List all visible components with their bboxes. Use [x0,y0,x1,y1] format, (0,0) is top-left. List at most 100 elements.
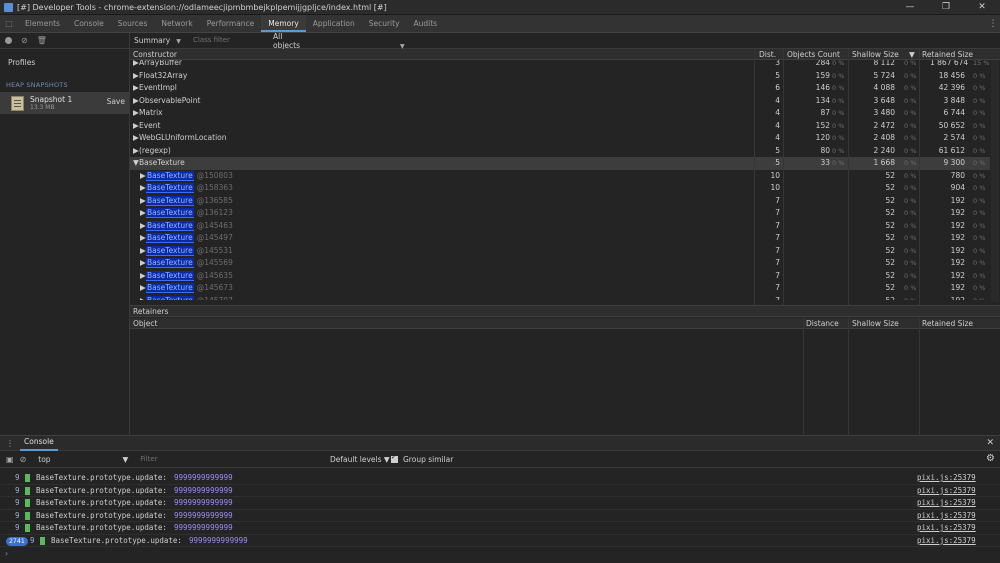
expand-arrow-icon[interactable]: ▶ [140,195,146,208]
col-object[interactable]: Object [133,318,157,329]
tab-sources[interactable]: Sources [111,15,155,32]
expand-arrow-icon[interactable]: ▶ [140,295,146,301]
collect-garbage-icon[interactable]: 🗑 [37,36,47,45]
tab-audits[interactable]: Audits [407,15,445,32]
context-select[interactable]: top ▼ [38,455,128,464]
tab-console[interactable]: Console [67,15,111,32]
heap-constructor-row[interactable]: ▶ ObservablePoint 4 134 0 % 3 648 0 % 3 848 0 % [130,95,990,108]
col-objects-count[interactable]: Objects Count [787,49,840,60]
heap-instance-row[interactable]: ▶ BaseTexture @145635 7 52 0 % 192 0 % [130,270,990,283]
heap-constructor-row[interactable]: ▶ Float32Array 5 159 0 % 5 724 0 % 18 456 0 % [130,70,990,83]
col-ret-shallow[interactable]: Shallow Size [852,318,899,329]
tab-application[interactable]: Application [306,15,362,32]
drawer-menu-icon[interactable]: ⋮ [0,439,20,448]
console-log-line[interactable]: 9 BaseTexture.prototype.update: 9999999999… [0,522,1000,535]
expand-arrow-icon[interactable]: ▶ [140,182,146,195]
console-log-line[interactable]: 2741 9 BaseTexture.prototype.update: 999999… [0,535,1000,548]
tab-memory[interactable]: Memory [261,15,306,32]
log-source-link[interactable]: pixi.js:25379 [917,522,976,535]
console-log-line[interactable]: 9 BaseTexture.prototype.update: 9999999999… [0,510,1000,523]
expand-arrow-icon[interactable]: ▶ [133,120,139,133]
save-snapshot-link[interactable]: Save [107,97,125,106]
console-log-line[interactable]: 9 BaseTexture.prototype.update: 9999999999… [0,485,1000,498]
constructor-link[interactable]: BaseTexture [146,258,194,268]
heap-constructor-row[interactable]: ▶ Matrix 4 87 0 % 3 480 0 % 6 744 0 % [130,107,990,120]
record-icon[interactable] [5,37,12,44]
close-window-button[interactable]: ✕ [964,0,1000,15]
constructor-link[interactable]: BaseTexture [146,170,194,181]
group-similar-checkbox[interactable]: Group similar [391,453,453,464]
col-shallow-size[interactable]: Shallow Size [852,49,899,60]
col-ret-retained[interactable]: Retained Size [922,318,973,329]
console-prompt[interactable]: › [5,549,8,558]
log-source-link[interactable]: pixi.js:25379 [917,510,976,523]
log-source-link[interactable]: pixi.js:25379 [917,535,976,548]
log-source-link[interactable]: pixi.js:25379 [917,485,976,498]
expand-arrow-icon[interactable]: ▶ [133,95,139,108]
clear-console-icon[interactable]: ⊘ [20,455,27,464]
constructor-link[interactable]: BaseTexture [146,245,194,256]
view-select[interactable]: Summary ▼ [130,36,185,45]
heap-instance-row[interactable]: ▶ BaseTexture @136123 7 52 0 % 192 0 % [130,207,990,220]
col-retained-size[interactable]: Retained Size [922,49,973,60]
log-source-link[interactable]: pixi.js:25379 [917,472,976,485]
drawer-tab-console[interactable]: Console [20,435,58,451]
col-distance[interactable]: Dist. [759,49,776,60]
minimize-button[interactable]: — [892,0,928,15]
inspect-element-icon[interactable]: ⬚ [0,15,18,32]
heap-instance-row[interactable]: ▶ BaseTexture @145463 7 52 0 % 192 0 % [130,220,990,233]
constructor-link[interactable]: BaseTexture [146,183,194,193]
expand-arrow-icon[interactable]: ▶ [133,70,139,83]
expand-arrow-icon[interactable]: ▶ [140,245,146,258]
console-log-line[interactable]: 9 BaseTexture.prototype.update: 9999999999… [0,472,1000,485]
constructor-link[interactable]: BaseTexture [146,270,194,281]
clear-icon[interactable]: ⊘ [21,36,28,45]
expand-arrow-icon[interactable]: ▶ [140,232,146,245]
expand-arrow-icon[interactable]: ▶ [140,282,146,295]
tab-elements[interactable]: Elements [18,15,67,32]
constructor-link[interactable]: BaseTexture [146,283,194,293]
constructor-link[interactable]: BaseTexture [146,295,194,300]
heap-constructor-row[interactable]: ▶ (regexp) 5 80 0 % 2 240 0 % 61 612 0 % [130,145,990,158]
heap-constructor-row[interactable]: ▶ ArrayBuffer 3 284 0 % 8 112 0 % 1 867 674 15 % [130,60,990,70]
log-source-link[interactable]: pixi.js:25379 [917,497,976,510]
gear-icon[interactable]: ⚙ [986,453,995,464]
expand-arrow-icon[interactable]: ▼ [133,157,139,170]
log-levels-select[interactable]: Default levels ▼ [330,455,390,464]
expand-arrow-icon[interactable]: ▶ [133,145,139,158]
console-log-line[interactable]: 9 BaseTexture.prototype.update: 9999999999… [0,497,1000,510]
expand-arrow-icon[interactable]: ▶ [140,270,146,283]
expand-arrow-icon[interactable]: ▶ [133,132,139,145]
heap-instance-row[interactable]: ▶ BaseTexture @145497 7 52 0 % 192 0 % [130,232,990,245]
grid-scrollbar[interactable] [991,60,999,302]
heap-constructor-row[interactable]: ▶ WebGLUniformLocation 4 120 0 % 2 408 0 % 2 57… [130,132,990,145]
snapshot-item[interactable]: Snapshot 1 13.3 MB Save [0,92,129,114]
tab-network[interactable]: Network [154,15,199,32]
col-ret-distance[interactable]: Distance [806,318,839,329]
expand-arrow-icon[interactable]: ▶ [140,257,146,270]
constructor-link[interactable]: BaseTexture [146,195,194,206]
console-filter-input[interactable]: Filter [140,455,310,463]
heap-constructor-row[interactable]: ▼ BaseTexture 5 33 0 % 1 668 0 % 9 300 0 % [130,157,990,170]
expand-arrow-icon[interactable]: ▶ [140,207,146,220]
col-constructor[interactable]: Constructor [133,49,177,60]
retainers-header[interactable]: Retainers [130,305,1000,317]
tab-security[interactable]: Security [362,15,407,32]
expand-arrow-icon[interactable]: ▶ [133,82,139,95]
sidebar-toggle-icon[interactable]: ▣ [6,455,14,464]
expand-arrow-icon[interactable]: ▶ [133,107,139,120]
constructor-link[interactable]: BaseTexture [146,208,194,218]
constructor-link[interactable]: BaseTexture [146,220,194,231]
heap-instance-row[interactable]: ▶ BaseTexture @145531 7 52 0 % 192 0 % [130,245,990,258]
expand-arrow-icon[interactable]: ▶ [133,60,139,70]
heap-instance-row[interactable]: ▶ BaseTexture @136585 7 52 0 % 192 0 % [130,195,990,208]
close-drawer-icon[interactable]: ✕ [986,438,994,448]
heap-instance-row[interactable]: ▶ BaseTexture @150803 10 52 0 % 780 0 % [130,170,990,183]
maximize-button[interactable]: ❐ [928,0,964,15]
heap-instance-row[interactable]: ▶ BaseTexture @145569 7 52 0 % 192 0 % [130,257,990,270]
constructor-link[interactable]: BaseTexture [146,233,194,243]
heap-instance-row[interactable]: ▶ BaseTexture @145673 7 52 0 % 192 0 % [130,282,990,295]
more-options-icon[interactable]: ⋮ [986,15,1000,32]
heap-constructor-row[interactable]: ▶ EventImpl 6 146 0 % 4 088 0 % 42 396 0 % [130,82,990,95]
objects-select[interactable]: All objects ▼ [273,32,408,50]
